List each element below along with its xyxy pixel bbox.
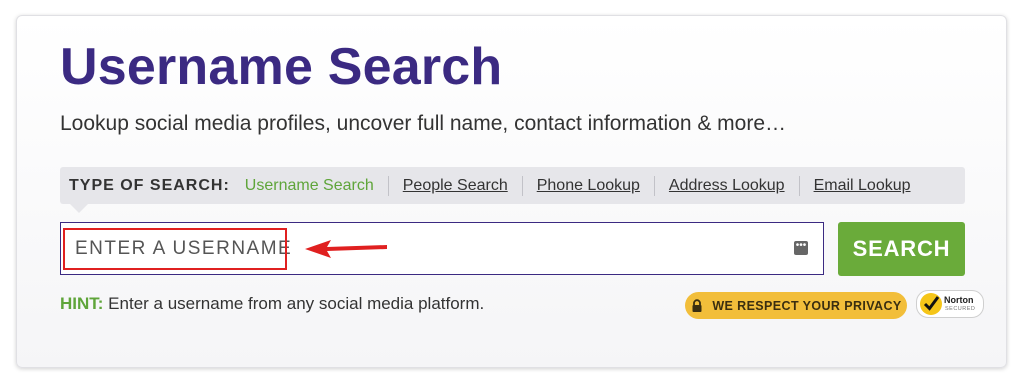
keyboard-dots-icon[interactable]: •••	[794, 241, 808, 255]
search-type-bar: TYPE OF SEARCH: Username Search People S…	[60, 167, 965, 204]
tab-username-search[interactable]: Username Search	[245, 177, 388, 195]
search-type-label: TYPE OF SEARCH:	[69, 176, 230, 194]
privacy-badge[interactable]: WE RESPECT YOUR PRIVACY	[685, 292, 907, 319]
tab-address-lookup[interactable]: Address Lookup	[655, 177, 799, 195]
page-subtitle: Lookup social media profiles, uncover fu…	[60, 112, 787, 135]
hint-text: HINT: Enter a username from any social m…	[60, 294, 484, 314]
tab-people-search[interactable]: People Search	[389, 177, 522, 195]
search-field-container: •••	[60, 222, 824, 275]
privacy-badge-label: WE RESPECT YOUR PRIVACY	[712, 298, 902, 313]
lock-icon	[692, 298, 702, 312]
tab-phone-lookup[interactable]: Phone Lookup	[523, 177, 654, 195]
hint-label: HINT:	[60, 294, 104, 313]
tab-email-lookup[interactable]: Email Lookup	[800, 177, 925, 195]
norton-sublabel: SECURED	[945, 306, 976, 312]
page-title: Username Search	[60, 38, 503, 96]
hint-body: Enter a username from any social media p…	[103, 294, 485, 313]
norton-label: Norton	[944, 295, 974, 305]
norton-check-icon	[920, 293, 942, 315]
search-button[interactable]: SEARCH	[838, 222, 965, 276]
type-bar-pointer	[70, 204, 88, 213]
norton-secured-badge[interactable]: Norton SECURED	[916, 290, 984, 318]
username-search-input[interactable]	[73, 223, 777, 275]
